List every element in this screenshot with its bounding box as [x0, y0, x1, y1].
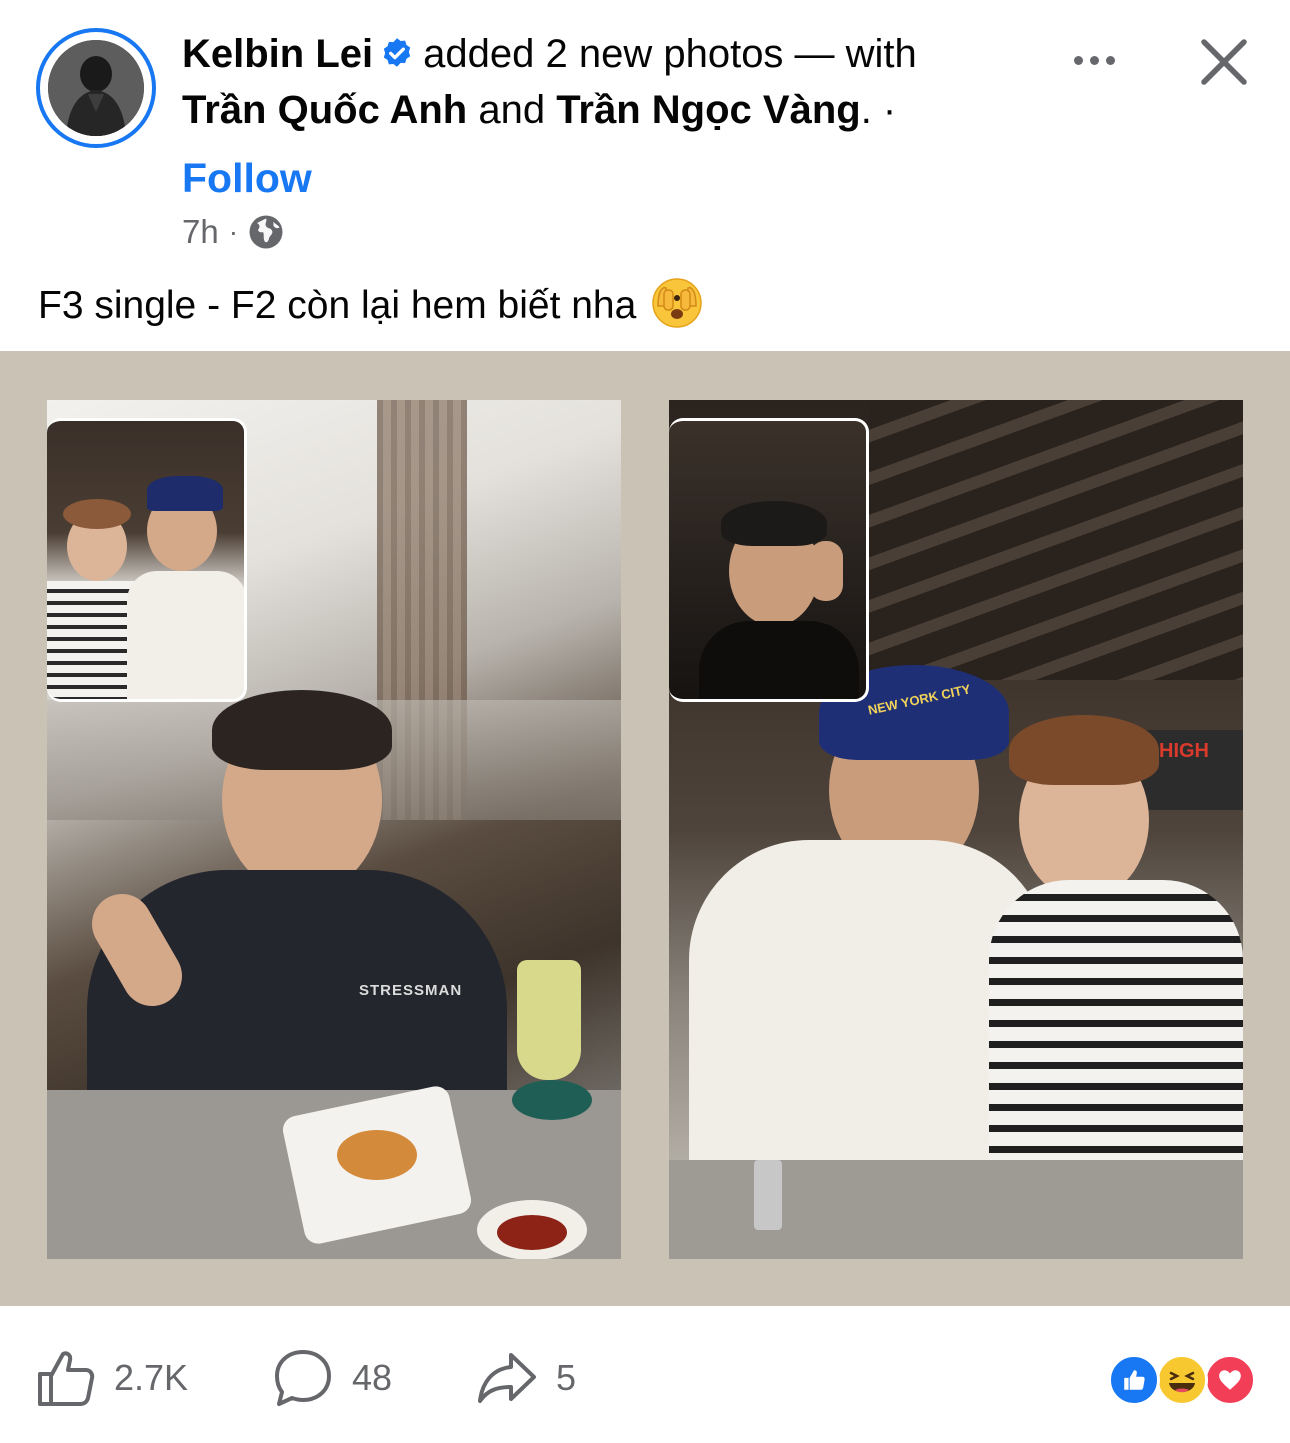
verified-badge-icon: [383, 38, 411, 67]
love-reaction-icon: [1204, 1354, 1256, 1406]
tagged-user-2[interactable]: Trần Ngọc Vàng: [556, 88, 861, 132]
meta-separator: ·: [228, 216, 239, 247]
photo-1[interactable]: STRESSMAN: [47, 400, 621, 1259]
like-count: 2.7K: [114, 1357, 189, 1398]
like-icon: [38, 1351, 95, 1406]
chili-sauce: [497, 1215, 567, 1250]
sign-text: HIGH: [1159, 740, 1209, 762]
like-button[interactable]: 2.7K: [36, 1346, 188, 1410]
face-with-peeking-eye-emoji: [652, 278, 703, 328]
inset-peace-hand: [809, 541, 843, 601]
close-icon: [1201, 39, 1247, 85]
coaster: [512, 1080, 592, 1120]
photo-2-inset: [669, 418, 869, 702]
comment-icon: [275, 1350, 331, 1406]
photo-1-inset: [47, 418, 247, 702]
globe-icon[interactable]: [248, 214, 284, 250]
close-button[interactable]: [1196, 34, 1252, 90]
header-trail: . ·: [860, 88, 897, 132]
more-dot: [1105, 55, 1115, 65]
inset-hair-1: [63, 499, 131, 529]
hair: [212, 690, 392, 770]
post-meta: 7h ·: [182, 210, 284, 254]
inset-white-shirt: [127, 571, 244, 699]
brown-hair: [1009, 715, 1159, 785]
post-caption: F3 single - F2 còn lại hem biết nha: [38, 276, 704, 332]
photo-collage: STRESSMAN HIGH NEW YORK CITY: [0, 351, 1290, 1306]
haha-reaction-icon: [1156, 1354, 1208, 1406]
photo-2[interactable]: HIGH NEW YORK CITY: [669, 400, 1243, 1259]
caption-text: F3 single - F2 còn lại hem biết nha: [38, 284, 637, 327]
follow-button[interactable]: Follow: [182, 152, 312, 204]
inset-hair: [721, 501, 827, 546]
ceiling-slats: [869, 400, 1243, 680]
like-reaction-icon: [1108, 1354, 1160, 1406]
post-footer: 2.7K 48 5: [0, 1306, 1290, 1443]
shirt-text: STRESSMAN: [359, 982, 463, 999]
share-icon: [478, 1353, 536, 1403]
inset-black-shirt: [699, 621, 859, 699]
more-options-button[interactable]: [1062, 40, 1126, 80]
post-header-text: Kelbin Lei added 2 new photos — with Trần…: [182, 26, 1042, 138]
more-options-icon: [1073, 55, 1083, 65]
author-avatar[interactable]: [48, 40, 144, 136]
post-time[interactable]: 7h: [182, 213, 219, 251]
share-button[interactable]: 5: [476, 1346, 576, 1410]
post-action-text: added 2 new photos — with: [423, 32, 917, 76]
comment-button[interactable]: 48: [272, 1346, 392, 1410]
more-dot: [1089, 55, 1099, 65]
tagged-user-1[interactable]: Trần Quốc Anh: [182, 88, 467, 132]
inset-striped-shirt: [47, 581, 137, 699]
author-avatar-ring[interactable]: [36, 28, 156, 148]
comment-count: 48: [352, 1357, 393, 1398]
sauce: [337, 1130, 417, 1180]
inset-cap: [147, 476, 223, 511]
watch: [754, 1160, 782, 1230]
reaction-summary[interactable]: [1108, 1354, 1258, 1406]
and-text: and: [478, 88, 546, 132]
share-count: 5: [556, 1357, 577, 1398]
drink: [517, 960, 581, 1080]
author-name[interactable]: Kelbin Lei: [182, 32, 373, 76]
